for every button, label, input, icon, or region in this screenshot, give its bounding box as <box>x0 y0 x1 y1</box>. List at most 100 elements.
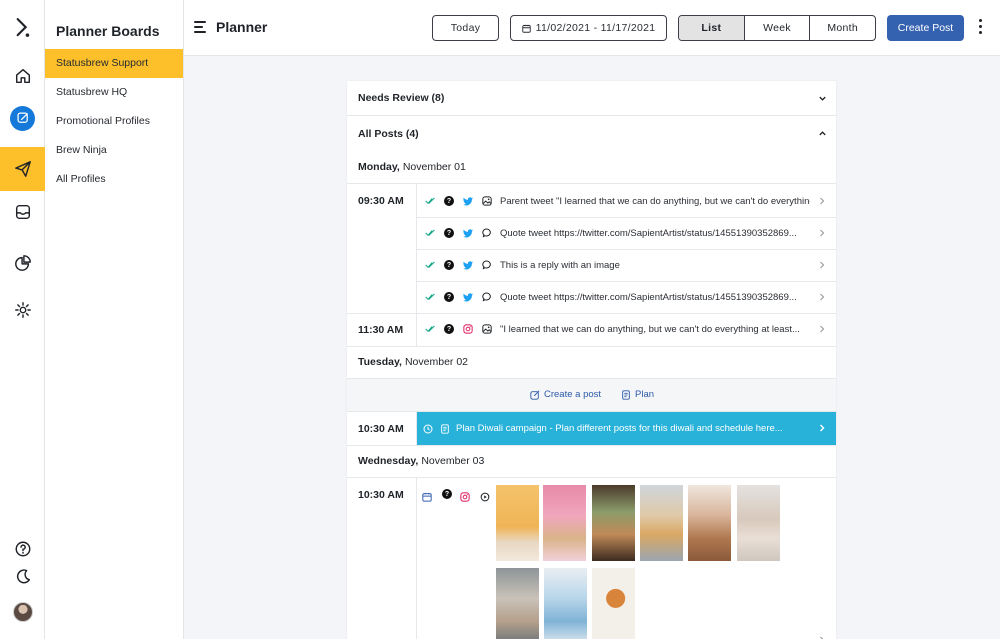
chevron-right-icon <box>820 325 825 333</box>
day-header-wednesday: Wednesday, November 03 <box>347 445 836 478</box>
post-text: "I learned that we can do anything, but … <box>500 323 800 335</box>
home-icon[interactable] <box>0 54 45 98</box>
post-row[interactable]: ? Parent tweet "I learned that we can do… <box>417 185 836 217</box>
create-post-button[interactable]: Create Post <box>887 15 964 41</box>
inbox-icon[interactable] <box>0 190 45 234</box>
image-post-icon <box>478 196 496 206</box>
view-switcher: List Week Month <box>678 15 876 41</box>
create-a-post-label: Create a post <box>544 389 602 400</box>
date-range-picker[interactable]: 11/02/2021 - 11/17/2021 <box>510 15 667 41</box>
view-week-tab[interactable]: Week <box>743 16 810 40</box>
media-thumbnail[interactable] <box>592 568 635 639</box>
chevron-up-icon <box>819 131 826 136</box>
profile-avatar-icon: ? <box>440 228 458 238</box>
boards-sidebar: Planner Boards Statusbrew Support Status… <box>45 0 184 639</box>
all-posts-header[interactable]: All Posts (4) <box>347 116 836 151</box>
day-date: November 03 <box>421 455 485 467</box>
board-item-statusbrew-support[interactable]: Statusbrew Support <box>45 49 183 78</box>
comment-icon <box>478 292 496 302</box>
media-thumbnail[interactable] <box>688 485 731 561</box>
board-item-brew-ninja[interactable]: Brew Ninja <box>45 136 183 165</box>
board-item-all-profiles[interactable]: All Profiles <box>45 165 183 194</box>
more-options-icon[interactable] <box>979 19 983 35</box>
comment-icon <box>478 228 496 238</box>
twitter-icon <box>459 196 477 206</box>
all-posts-label: All Posts (4) <box>358 127 419 140</box>
instagram-icon <box>460 489 470 507</box>
menu-toggle-icon[interactable] <box>194 21 206 33</box>
day-header-monday: Monday, November 01 <box>347 151 836 184</box>
approved-check-icon <box>421 197 439 205</box>
create-a-post-link[interactable]: Create a post <box>530 389 601 400</box>
post-row[interactable]: ? Quote tweet https://twitter.com/Sapien… <box>417 217 836 249</box>
post-text: Quote tweet https://twitter.com/SapientA… <box>500 291 797 303</box>
media-thumbnail[interactable] <box>737 485 780 561</box>
media-thumbnail[interactable] <box>544 568 587 639</box>
profile-avatar-icon: ? <box>442 489 452 499</box>
day-weekday: Monday, <box>358 161 400 173</box>
chevron-right-icon <box>820 261 825 269</box>
approved-check-icon <box>421 293 439 301</box>
chevron-right-icon <box>820 424 825 432</box>
plan-link[interactable]: Plan <box>621 389 654 400</box>
plan-item-row[interactable]: Plan Diwali campaign - Plan different po… <box>417 412 836 445</box>
needs-review-label: Needs Review (8) <box>358 92 445 104</box>
media-post-row[interactable]: ? <box>417 478 836 639</box>
chevron-down-icon <box>819 96 826 101</box>
view-month-tab[interactable]: Month <box>809 16 875 40</box>
clock-icon <box>423 423 433 434</box>
post-row[interactable]: ? "I learned that we can do anything, bu… <box>417 313 836 345</box>
media-thumbnail[interactable] <box>640 485 683 561</box>
post-text: This is a reply with an image <box>500 259 620 271</box>
planner-icon[interactable] <box>0 96 45 140</box>
comment-icon <box>478 260 496 270</box>
slot-time: 11:30 AM <box>358 324 404 336</box>
profile-avatar-icon: ? <box>440 324 458 334</box>
note-icon <box>441 423 449 434</box>
image-post-icon <box>478 324 496 334</box>
day-weekday: Tuesday, <box>358 356 402 368</box>
scheduled-calendar-icon <box>422 489 432 507</box>
icon-rail <box>0 0 45 639</box>
approved-check-icon <box>421 229 439 237</box>
needs-review-header[interactable]: Needs Review (8) <box>347 81 836 116</box>
chevron-right-icon <box>820 197 825 205</box>
plan-text: Plan Diwali campaign - Plan different po… <box>456 423 783 434</box>
reports-icon[interactable] <box>0 241 45 285</box>
media-thumbnail[interactable] <box>543 485 586 561</box>
media-thumbnail[interactable] <box>592 485 635 561</box>
carousel-icon <box>480 489 490 507</box>
board-item-statusbrew-hq[interactable]: Statusbrew HQ <box>45 78 183 107</box>
page-title: Planner <box>216 19 268 35</box>
post-row[interactable]: ? This is a reply with an image <box>417 249 836 281</box>
day-date: November 02 <box>404 356 468 368</box>
today-button[interactable]: Today <box>432 15 499 41</box>
profile-avatar-icon: ? <box>440 196 458 206</box>
slot-time: 10:30 AM <box>358 423 404 435</box>
edit-icon <box>530 389 540 400</box>
approved-check-icon <box>421 325 439 333</box>
instagram-icon <box>459 324 477 334</box>
media-thumbnail[interactable] <box>496 485 539 561</box>
publish-icon[interactable] <box>0 147 45 191</box>
day-actions-bar: Create a post Plan <box>347 379 836 412</box>
post-row[interactable]: ? Quote tweet https://twitter.com/Sapien… <box>417 281 836 313</box>
logo-icon[interactable] <box>0 6 45 50</box>
day-header-tuesday: Tuesday, November 02 <box>347 346 836 379</box>
board-item-promotional-profiles[interactable]: Promotional Profiles <box>45 107 183 136</box>
view-list-tab[interactable]: List <box>679 16 744 40</box>
day-date: November 01 <box>402 161 466 173</box>
profile-avatar-icon: ? <box>440 260 458 270</box>
post-text: Quote tweet https://twitter.com/SapientA… <box>500 227 797 239</box>
posts-card: Needs Review (8) All Posts (4) Monday, N… <box>347 81 836 639</box>
chevron-right-icon <box>820 229 825 237</box>
settings-icon[interactable] <box>0 288 45 332</box>
profile-avatar-icon: ? <box>440 292 458 302</box>
twitter-icon <box>459 260 477 270</box>
slot-time: 09:30 AM <box>358 195 404 207</box>
slot-time: 10:30 AM <box>358 489 404 501</box>
twitter-icon <box>459 292 477 302</box>
avatar[interactable] <box>0 590 45 634</box>
media-thumbnail[interactable] <box>496 568 539 639</box>
note-icon <box>622 389 630 400</box>
